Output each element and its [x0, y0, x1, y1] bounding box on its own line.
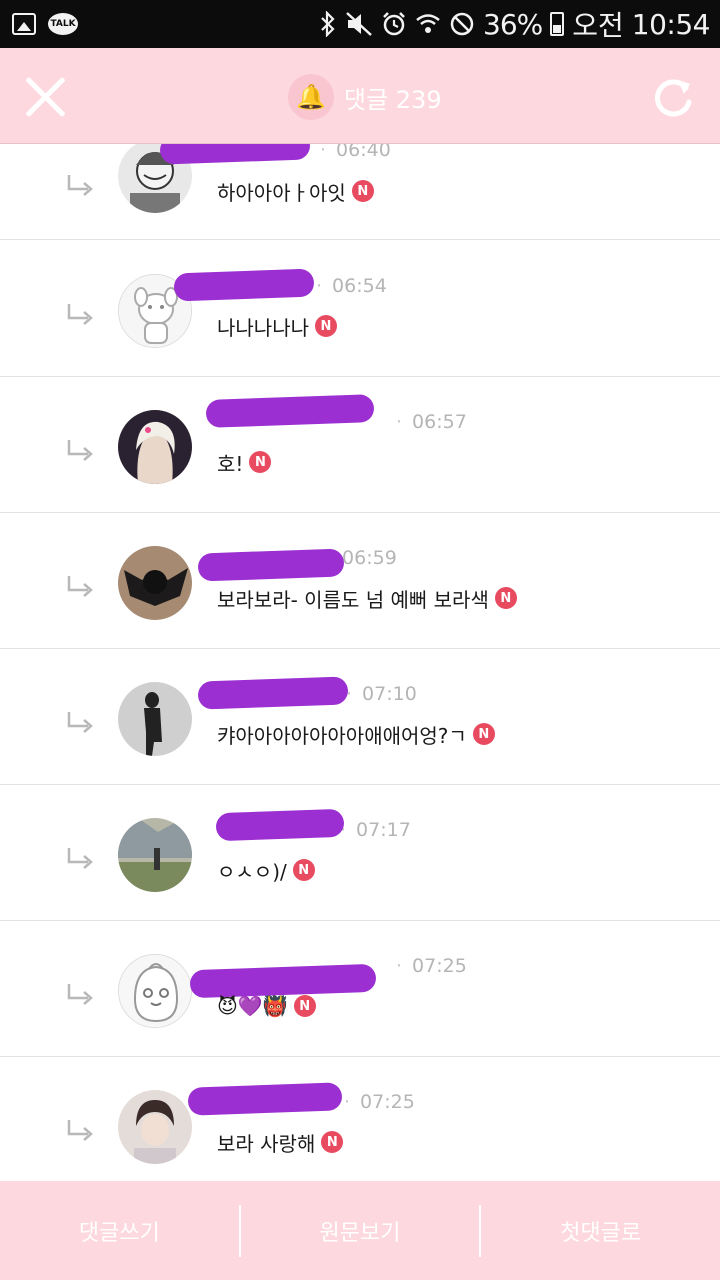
- blocked-icon: [450, 12, 474, 36]
- bell-icon[interactable]: 🔔: [288, 74, 334, 120]
- divider: [238, 1204, 241, 1257]
- comment-text: 하아아아ㅏ아잇: [217, 180, 346, 205]
- avatar[interactable]: [118, 1090, 192, 1164]
- avatar[interactable]: [118, 410, 192, 484]
- reply-arrow-icon: [67, 576, 93, 597]
- comments-header: 🔔 댓글 239: [0, 48, 720, 144]
- battery-icon: [550, 12, 565, 36]
- reply-arrow-icon: [67, 304, 93, 325]
- new-badge: N: [494, 587, 517, 609]
- comment-text-row: 나나나나나 N: [217, 311, 337, 341]
- avatar[interactable]: [118, 818, 192, 892]
- comment-text: 😈💜👹: [217, 994, 288, 1018]
- comment-item[interactable]: · 06:57 호! N: [0, 377, 720, 513]
- redacted-username: [197, 676, 349, 710]
- comment-text: 호!: [217, 451, 244, 476]
- refresh-icon[interactable]: [648, 72, 698, 122]
- new-badge: N: [315, 315, 337, 337]
- gallery-icon: [12, 13, 36, 35]
- divider: [479, 1204, 482, 1257]
- battery-percent: 36%: [483, 7, 543, 41]
- app-root: TALK 36% 오전 10:54 🔔 댓글 239 · 06:40 하아아아ㅏ…: [0, 0, 720, 1280]
- comment-time: 06:59: [342, 547, 397, 569]
- redacted-username: [197, 548, 345, 582]
- comment-text-row: ㅇㅅㅇ)/N: [217, 855, 315, 885]
- comment-time: 07:10: [362, 683, 417, 705]
- comment-text: 캬아아아아아아아애애어엉?ㄱ: [217, 723, 467, 748]
- comment-text: 보라 사랑해: [217, 1131, 316, 1156]
- clock-time: 10:54: [631, 7, 711, 41]
- bell-glyph: 🔔: [296, 83, 326, 111]
- reply-arrow-icon: [67, 848, 93, 869]
- comment-text-row: 하아아아ㅏ아잇 N: [217, 176, 374, 206]
- status-bar: TALK 36% 오전 10:54: [0, 0, 720, 48]
- reply-arrow-icon: [67, 175, 93, 196]
- comment-time: 07:17: [356, 819, 411, 841]
- mute-icon: [346, 12, 372, 36]
- talk-icon: TALK: [48, 13, 78, 35]
- comment-item[interactable]: · 07:25 보라 사랑해 N: [0, 1057, 720, 1181]
- first-comment-button[interactable]: 첫댓글로: [481, 1215, 720, 1247]
- comment-text-row: 호! N: [217, 447, 272, 477]
- comment-text-row: 보라 사랑해 N: [217, 1127, 344, 1157]
- new-badge: N: [321, 1131, 344, 1153]
- comment-time: 07:25: [360, 1091, 415, 1113]
- new-badge: N: [351, 180, 374, 202]
- avatar[interactable]: [118, 546, 192, 620]
- comment-text-row: 😈💜👹 N: [217, 991, 316, 1021]
- alarm-icon: [383, 12, 405, 36]
- comment-list[interactable]: · 06:40 하아아아ㅏ아잇 N · 06:54 나나나나나 N · 06:5…: [0, 144, 720, 1181]
- talk-icon-label: TALK: [50, 19, 76, 29]
- redacted-username: [215, 808, 345, 842]
- comment-time: 06:57: [412, 411, 467, 433]
- view-original-button[interactable]: 원문보기: [241, 1215, 480, 1247]
- redacted-username: [187, 1082, 343, 1116]
- page-title: 댓글 239: [344, 85, 442, 114]
- clock-ampm: 오전: [572, 9, 624, 42]
- comment-text-row: 보라보라- 이름도 넘 예뻐 보라색 N: [217, 583, 517, 613]
- comment-text: 나나나나나: [217, 315, 309, 340]
- redacted-username: [205, 394, 375, 428]
- reply-arrow-icon: [67, 1120, 93, 1141]
- reply-arrow-icon: [67, 712, 93, 733]
- avatar[interactable]: [118, 682, 192, 756]
- redacted-username: [173, 268, 315, 302]
- comment-item[interactable]: · 07:17 ㅇㅅㅇ)/N: [0, 785, 720, 921]
- comment-text: ㅇㅅㅇ)/: [217, 859, 287, 884]
- reply-arrow-icon: [67, 984, 93, 1005]
- new-badge: N: [292, 859, 315, 881]
- write-comment-button[interactable]: 댓글쓰기: [0, 1215, 239, 1247]
- reply-arrow-icon: [67, 440, 93, 461]
- comment-item[interactable]: · 07:25 😈💜👹 N: [0, 921, 720, 1057]
- new-badge: N: [293, 995, 316, 1017]
- comment-item[interactable]: · 06:40 하아아아ㅏ아잇 N: [0, 144, 720, 240]
- comment-text-row: 캬아아아아아아아애애어엉?ㄱ N: [217, 719, 495, 749]
- close-button[interactable]: [22, 74, 68, 120]
- avatar[interactable]: [118, 954, 192, 1028]
- new-badge: N: [472, 723, 495, 745]
- comment-item[interactable]: · 06:54 나나나나나 N: [0, 241, 720, 377]
- wifi-icon: [416, 14, 440, 33]
- comment-time: 07:25: [412, 955, 467, 977]
- comment-item[interactable]: ·06:59 보라보라- 이름도 넘 예뻐 보라색N: [0, 513, 720, 649]
- bluetooth-icon: [321, 11, 335, 37]
- comment-text: 보라보라- 이름도 넘 예뻐 보라색: [217, 587, 489, 612]
- bottom-action-bar: 댓글쓰기 원문보기 첫댓글로: [0, 1181, 720, 1280]
- comment-item[interactable]: · 07:10 캬아아아아아아아애애어엉?ㄱ N: [0, 649, 720, 785]
- new-badge: N: [249, 451, 272, 473]
- comment-time: 06:40: [336, 144, 391, 161]
- comment-time: 06:54: [332, 275, 387, 297]
